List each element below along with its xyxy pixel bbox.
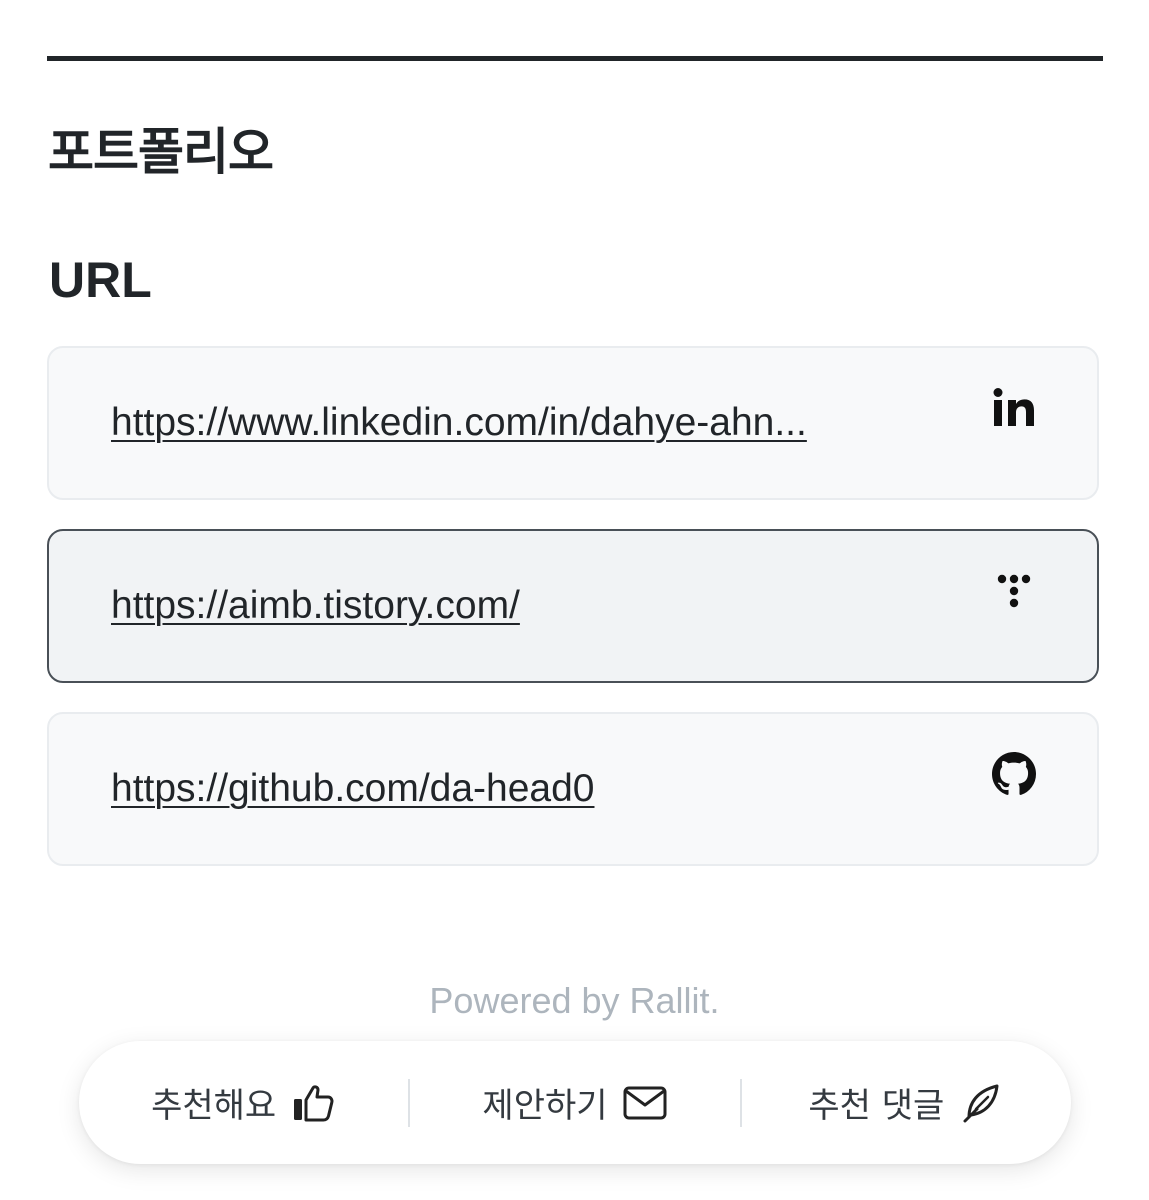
recommend-label: 추천해요 [151,1086,277,1126]
portfolio-page: 포트폴리오 URL https://www.linkedin.com/in/da… [0,0,1149,1200]
feather-pen-icon [958,1080,1004,1126]
link-card-tistory[interactable]: https://aimb.tistory.com/ [47,529,1099,683]
link-url[interactable]: https://aimb.tistory.com/ [111,584,931,628]
tistory-icon [989,566,1039,616]
link-card-github[interactable]: https://github.com/da-head0 [47,712,1099,866]
comment-button[interactable]: 추천 댓글 [742,1078,1071,1127]
thumbs-up-icon [290,1080,336,1126]
link-url[interactable]: https://github.com/da-head0 [111,767,931,811]
floating-action-bar: 추천해요 제안하기 추천 댓글 [79,1041,1071,1164]
linkedin-icon [989,383,1039,433]
link-url[interactable]: https://www.linkedin.com/in/dahye-ahn... [111,401,931,445]
comment-label: 추천 댓글 [808,1086,945,1126]
section-divider [47,56,1103,61]
suggest-button[interactable]: 제안하기 [410,1078,739,1127]
url-heading: URL [49,252,152,308]
github-icon [989,749,1039,799]
section-title: 포트폴리오 [48,123,274,181]
mail-icon [622,1080,668,1126]
recommend-button[interactable]: 추천해요 [79,1078,408,1127]
suggest-label: 제안하기 [482,1086,608,1126]
powered-by-text: Powered by Rallit. [429,980,720,1021]
link-card-linkedin[interactable]: https://www.linkedin.com/in/dahye-ahn... [47,346,1099,500]
